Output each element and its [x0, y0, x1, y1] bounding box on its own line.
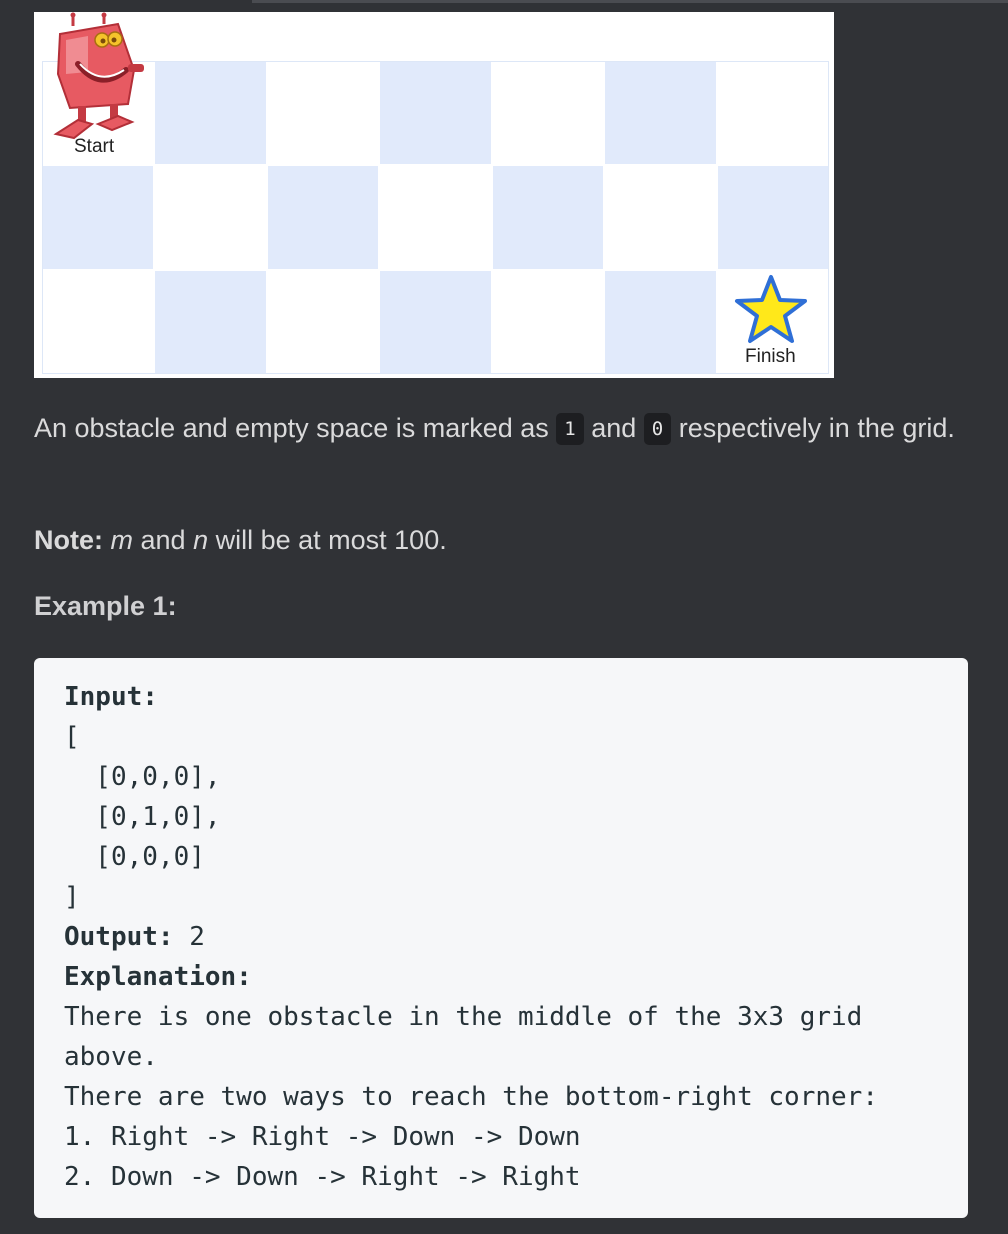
var-n: n [193, 525, 209, 555]
obstacle-description: An obstacle and empty space is marked as… [34, 407, 984, 449]
input-line: [0,1,0], [64, 802, 221, 832]
grid-cell [155, 166, 266, 269]
note-label: Note: [34, 525, 103, 555]
explanation-line: There are two ways to reach the bottom-r… [64, 1082, 878, 1112]
grid-cell [492, 62, 604, 165]
explanation-line: 2. Down -> Down -> Right -> Right [64, 1162, 581, 1192]
note-text: will be at most 100. [208, 525, 447, 555]
input-line: [0,0,0], [64, 762, 221, 792]
grid-cell [380, 270, 491, 373]
explanation-label: Explanation: [64, 962, 252, 992]
explanation-line: There is one obstacle in the middle of t… [64, 1002, 863, 1032]
output-line: Output: 2 [64, 917, 205, 957]
example-title: Example 1: [34, 591, 177, 621]
explanation-line: above. [64, 1042, 158, 1072]
start-label: Start [74, 136, 115, 157]
example-code-block: Input: [ [0,0,0], [0,1,0], [0,0,0] ] Out… [34, 658, 968, 1218]
inline-code-zero: 0 [643, 413, 672, 445]
input-label: Input: [64, 682, 158, 712]
explanation-line: 1. Right -> Right -> Down -> Down [64, 1122, 581, 1152]
grid-cell [155, 270, 266, 373]
inline-code-one: 1 [556, 413, 584, 445]
grid-cell [155, 62, 266, 165]
grid-cell [267, 62, 379, 165]
grid-cell [605, 62, 716, 165]
grid-cell [717, 62, 828, 165]
description-text: An obstacle and empty space is marked as [34, 413, 557, 443]
input-line: [0,0,0] [64, 842, 205, 872]
grid-cell [605, 166, 716, 269]
grid-cell [717, 166, 828, 269]
finish-label: Finish [745, 346, 796, 367]
robot-icon [53, 12, 144, 140]
output-label: Output: [64, 922, 174, 952]
top-divider [252, 0, 1008, 3]
input-line: ] [64, 882, 80, 912]
note-paragraph: Note: m and n will be at most 100. [34, 519, 984, 561]
input-line: [ [64, 722, 80, 752]
star-icon [735, 275, 807, 343]
description-text: respectively in the grid. [671, 413, 955, 443]
grid-cell [492, 166, 604, 269]
grid-cell [380, 62, 491, 165]
grid-cell [267, 270, 379, 373]
grid-illustration: Start Finish [34, 12, 834, 378]
description-text: and [583, 413, 644, 443]
grid-cell [43, 270, 154, 373]
grid-cell [605, 270, 716, 373]
grid-cell [267, 166, 379, 269]
var-m: m [110, 525, 134, 555]
grid-cell [380, 166, 491, 269]
grid-cell [43, 166, 154, 269]
grid-cell [492, 270, 604, 373]
note-text: and [133, 525, 194, 555]
grid [42, 61, 829, 374]
output-value: 2 [173, 922, 205, 952]
